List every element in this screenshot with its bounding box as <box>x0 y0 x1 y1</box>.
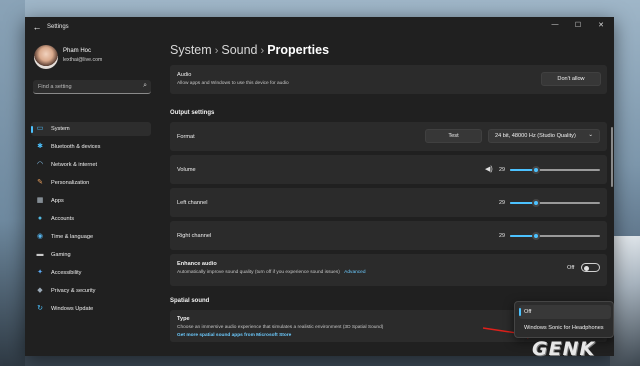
sidebar-item-bluetooth-devices[interactable]: ✱ Bluetooth & devices <box>31 140 151 154</box>
microsoft-store-link[interactable]: Get more spatial sound apps from Microso… <box>177 333 291 338</box>
dropdown-option-label: Windows Sonic for Headphones <box>524 325 604 331</box>
left-channel-label: Left channel <box>177 200 208 206</box>
format-select[interactable]: 24 bit, 48000 Hz (Studio Quality) ⌄ <box>488 129 600 143</box>
selected-indicator <box>519 308 521 316</box>
volume-slider[interactable] <box>510 166 600 174</box>
sidebar-item-label: Bluetooth & devices <box>51 144 101 150</box>
back-arrow-icon[interactable]: ← <box>31 22 43 32</box>
enhance-audio-title: Enhance audio <box>177 261 217 267</box>
sidebar-item-label: Network & internet <box>51 162 98 168</box>
sidebar-item-privacy-security[interactable]: ◆ Privacy & security <box>31 284 151 298</box>
search-input[interactable]: Find a setting ⌕ <box>33 80 151 94</box>
sidebar-item-windows-update[interactable]: ↻ Windows Update <box>31 302 151 316</box>
chevron-down-icon: ⌄ <box>588 132 593 138</box>
sidebar-item-network-internet[interactable]: ◠ Network & internet <box>31 158 151 172</box>
enhance-audio-description-text: Automatically improve sound quality (tur… <box>177 270 340 275</box>
app-title: Settings <box>47 24 69 30</box>
sidebar-item-label: Privacy & security <box>51 288 96 294</box>
genk-watermark-logo: GENK <box>522 338 628 360</box>
spatial-sound-dropdown: Off Windows Sonic for Headphones <box>514 301 614 338</box>
enhance-audio-card: Enhance audio Automatically improve soun… <box>170 254 607 286</box>
dont-allow-button[interactable]: Don't allow <box>541 72 601 86</box>
audio-title: Audio <box>177 72 192 78</box>
active-indicator <box>31 126 33 133</box>
right-channel-label: Right channel <box>177 233 212 239</box>
left-channel-value: 29 <box>499 200 505 206</box>
watermark-text: GENK <box>532 338 596 360</box>
left-channel-slider[interactable] <box>510 199 600 207</box>
avatar[interactable] <box>34 45 58 69</box>
test-button[interactable]: Test <box>425 129 482 143</box>
sidebar-item-label: Windows Update <box>51 306 94 312</box>
close-button[interactable]: ✕ <box>594 21 608 29</box>
audio-description: Allow apps and Windows to use this devic… <box>177 81 289 86</box>
dropdown-option-label: Off <box>524 309 532 315</box>
spatial-type-description: Choose an immersive audio experience tha… <box>177 325 384 330</box>
sidebar-item-gaming[interactable]: ▬ Gaming <box>31 248 151 262</box>
sidebar-item-accessibility[interactable]: ✦ Accessibility <box>31 266 151 280</box>
spatial-type-title: Type <box>177 316 190 322</box>
enhance-audio-description: Automatically improve sound quality (tur… <box>177 270 366 275</box>
spatial-sound-heading: Spatial sound <box>170 298 210 304</box>
sidebar-item-label: Accounts <box>51 216 75 222</box>
breadcrumb-separator: › <box>214 45 219 57</box>
search-placeholder: Find a setting <box>38 84 72 90</box>
format-select-value: 24 bit, 48000 Hz (Studio Quality) <box>495 133 576 139</box>
enhance-audio-state: Off <box>567 265 575 271</box>
page-title: Properties <box>267 43 330 57</box>
title-bar: ← Settings — ☐ ✕ <box>25 17 614 39</box>
shield-icon: ◆ <box>37 287 43 294</box>
accessibility-icon: ✦ <box>37 269 43 276</box>
toggle-knob <box>584 265 589 271</box>
speaker-icon[interactable]: ◀) <box>485 165 493 173</box>
wifi-icon: ◠ <box>36 161 44 168</box>
minimize-button[interactable]: — <box>548 21 562 28</box>
output-settings-heading: Output settings <box>170 110 215 116</box>
sidebar-item-label: Time & language <box>51 234 94 240</box>
monitor-icon: ▭ <box>36 125 44 132</box>
breadcrumb: System › Sound › Properties <box>170 43 329 57</box>
format-card: Format Test 24 bit, 48000 Hz (Studio Qua… <box>170 122 607 151</box>
sidebar-item-label: System <box>51 126 70 132</box>
update-icon: ↻ <box>37 305 43 312</box>
volume-value: 29 <box>499 167 505 173</box>
dropdown-option-windows-sonic[interactable]: Windows Sonic for Headphones <box>519 321 611 335</box>
sidebar-item-personalization[interactable]: ✎ Personalization <box>31 176 151 190</box>
globe-clock-icon: ◉ <box>36 233 44 240</box>
desktop-background <box>0 0 25 366</box>
sidebar-item-system[interactable]: ▭ System <box>31 122 151 136</box>
breadcrumb-sound[interactable]: Sound <box>221 43 257 57</box>
user-email: lexthai@live.com <box>63 57 103 63</box>
sidebar-item-label: Apps <box>51 198 64 204</box>
sidebar-item-label: Personalization <box>51 180 90 186</box>
scrollbar[interactable] <box>611 127 613 187</box>
audio-card: Audio Allow apps and Windows to use this… <box>170 65 607 94</box>
sidebar-item-label: Gaming <box>51 252 71 258</box>
gamepad-icon: ▬ <box>36 251 44 258</box>
enhance-audio-toggle[interactable] <box>581 263 600 272</box>
sidebar-item-apps[interactable]: ▦ Apps <box>31 194 151 208</box>
search-icon: ⌕ <box>143 82 147 89</box>
breadcrumb-separator: › <box>260 45 265 57</box>
bluetooth-icon: ✱ <box>37 143 43 150</box>
user-name: Pham Hoc <box>63 48 92 54</box>
brush-icon: ✎ <box>37 179 43 186</box>
volume-label: Volume <box>177 167 196 173</box>
breadcrumb-system[interactable]: System <box>170 43 212 57</box>
advanced-link[interactable]: Advanced <box>344 270 365 275</box>
maximize-button[interactable]: ☐ <box>571 21 585 29</box>
right-channel-value: 29 <box>499 233 505 239</box>
sidebar-item-accounts[interactable]: ● Accounts <box>31 212 151 226</box>
person-icon: ● <box>37 215 43 222</box>
sidebar-item-label: Accessibility <box>51 270 82 276</box>
format-label: Format <box>177 134 195 140</box>
dropdown-option-off[interactable]: Off <box>519 305 611 319</box>
sidebar-item-time-language[interactable]: ◉ Time & language <box>31 230 151 244</box>
settings-window: ← Settings — ☐ ✕ Pham Hoc lexthai@live.c… <box>25 17 614 356</box>
right-channel-slider[interactable] <box>510 232 600 240</box>
apps-icon: ▦ <box>36 197 44 204</box>
